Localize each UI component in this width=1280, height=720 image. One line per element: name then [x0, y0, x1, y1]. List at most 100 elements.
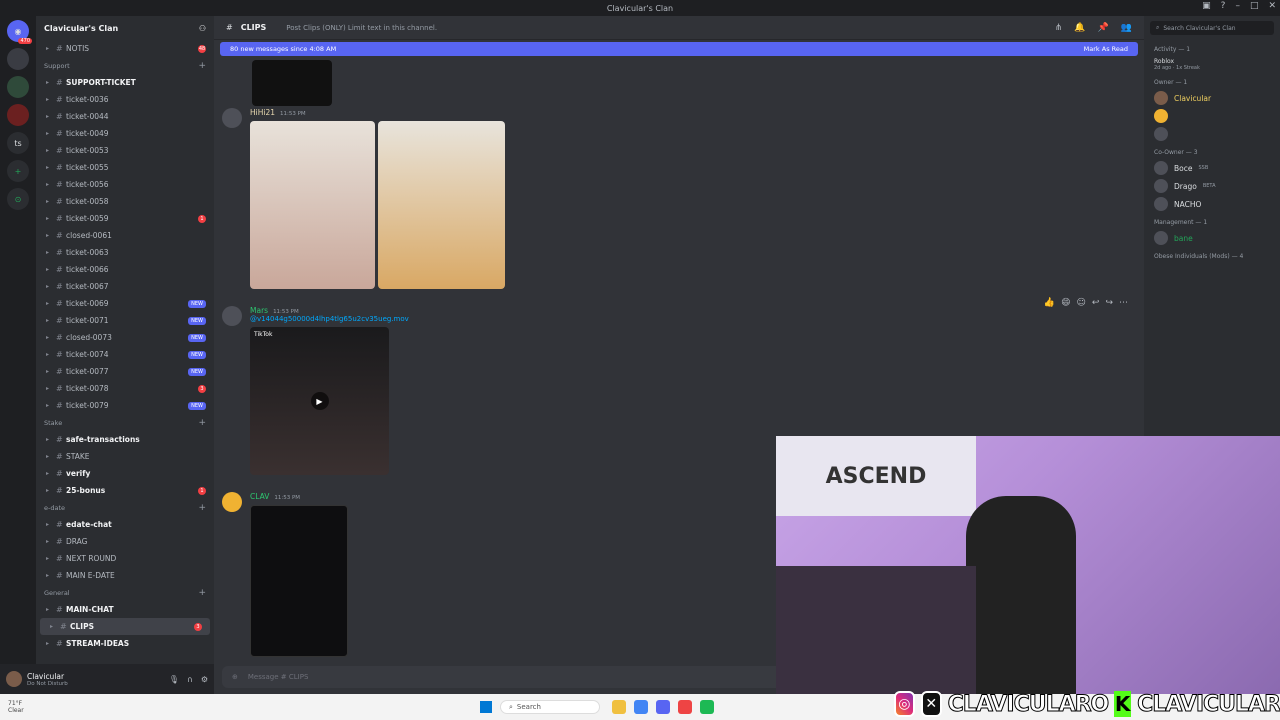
member-item[interactable]: Drago BETA	[1144, 177, 1280, 195]
doge-image[interactable]	[378, 121, 505, 289]
reaction-icon[interactable]: 😄	[1061, 298, 1070, 308]
channel-category[interactable]: Stake +	[36, 414, 214, 431]
channel-item[interactable]: ▸ # verify	[36, 465, 214, 482]
channel-item[interactable]: ▸ # closed-0073 NEW	[36, 329, 214, 346]
threads-icon[interactable]: ⋔	[1055, 23, 1063, 33]
message-author[interactable]: HiHi21	[250, 108, 275, 117]
inbox-icon[interactable]: ▣	[1202, 1, 1211, 11]
more-icon[interactable]: ⋯	[1119, 298, 1128, 308]
embedded-image[interactable]	[252, 60, 332, 106]
server-icon[interactable]	[7, 48, 29, 70]
channel-item[interactable]: ▸ # ticket-0053	[36, 142, 214, 159]
channel-item[interactable]: ▸ #25-bonus 1	[36, 482, 214, 499]
message-author[interactable]: Mars	[250, 306, 268, 315]
avatar[interactable]	[222, 108, 242, 128]
add-reaction-icon[interactable]: ☺	[1077, 298, 1086, 308]
channel-item[interactable]: ▸ # ticket-0074 NEW	[36, 346, 214, 363]
channel-item[interactable]: ▸ # ticket-0049	[36, 125, 214, 142]
channel-item[interactable]: ▸ # ticket-0036	[36, 91, 214, 108]
channel-item[interactable]: ▸ # ticket-0067	[36, 278, 214, 295]
member-item[interactable]: Boce SSB	[1144, 159, 1280, 177]
server-icon[interactable]	[7, 104, 29, 126]
channel-item[interactable]: ▸ # edate-chat	[36, 516, 214, 533]
channel-item[interactable]: ▸ # CLIPS 3	[40, 618, 210, 635]
channel-category[interactable]: Support +	[36, 57, 214, 74]
channel-item[interactable]: ▸ # ticket-0063	[36, 244, 214, 261]
channel-item[interactable]: ▸ # ticket-0069 NEW	[36, 295, 214, 312]
mic-icon[interactable]: 🎙	[169, 675, 179, 684]
add-channel-icon[interactable]: +	[198, 61, 206, 71]
headphones-icon[interactable]: ∩	[187, 675, 193, 684]
discover-icon[interactable]: ⊙	[7, 188, 29, 210]
video-embed[interactable]: TikTok ▶	[250, 327, 389, 475]
avatar[interactable]	[222, 492, 242, 512]
pin-icon[interactable]: 📌	[1098, 23, 1109, 33]
member-item[interactable]: bane	[1144, 229, 1280, 247]
maximize-icon[interactable]: □	[1250, 1, 1259, 11]
portrait-image[interactable]	[250, 121, 375, 289]
channel-item[interactable]: ▸ # ticket-0058	[36, 193, 214, 210]
channel-item[interactable]: ▸ # ticket-0066	[36, 261, 214, 278]
channel-item[interactable]: ▸ # MAIN-CHAT	[36, 601, 214, 618]
guild-header[interactable]: Clavicular's Clan ⚇	[36, 16, 214, 40]
channel-item[interactable]: ▸ # ticket-0044	[36, 108, 214, 125]
server-icon[interactable]	[7, 76, 29, 98]
channel-item[interactable]: ▸ # ticket-0071 NEW	[36, 312, 214, 329]
channel-item[interactable]: ▸ # ticket-0077 NEW	[36, 363, 214, 380]
discord-icon[interactable]	[656, 700, 670, 714]
search-input[interactable]: ⌕ Search Clavicular's Clan	[1150, 21, 1274, 35]
channel-item[interactable]: ▸ # NOTIS 48	[36, 40, 214, 57]
message-author[interactable]: CLAV	[250, 492, 269, 501]
channel-item[interactable]: ▸ # ticket-0078 3	[36, 380, 214, 397]
plus-icon[interactable]: ⊕	[232, 673, 238, 681]
reaction-icon[interactable]: 👍	[1044, 298, 1055, 308]
windows-start-icon[interactable]	[480, 701, 492, 713]
channel-item[interactable]: ▸ # SUPPORT-TICKET	[36, 74, 214, 91]
spotify-icon[interactable]	[700, 700, 714, 714]
play-icon[interactable]: ▶	[310, 392, 329, 410]
screenshot-image[interactable]	[250, 505, 348, 657]
add-channel-icon[interactable]: +	[198, 503, 206, 513]
reply-icon[interactable]: ↩	[1092, 298, 1100, 308]
app-icon[interactable]	[678, 700, 692, 714]
close-icon[interactable]: ✕	[1268, 1, 1276, 11]
weather-widget[interactable]: 71°F Clear	[0, 700, 24, 714]
channel-item[interactable]: ▸ # MAIN E-DATE	[36, 567, 214, 584]
mark-as-read-button[interactable]: Mark As Read	[1084, 45, 1128, 53]
channel-item[interactable]: ▸ # NEXT ROUND	[36, 550, 214, 567]
member-item[interactable]	[1144, 107, 1280, 125]
member-item[interactable]: Clavicular	[1144, 89, 1280, 107]
avatar[interactable]	[222, 306, 242, 326]
channel-category[interactable]: e-date +	[36, 499, 214, 516]
add-channel-icon[interactable]: +	[198, 418, 206, 428]
minimize-icon[interactable]: –	[1235, 1, 1240, 11]
home-icon[interactable]: ◉ 470	[7, 20, 32, 44]
add-member-icon[interactable]: ⚇	[199, 24, 206, 33]
help-icon[interactable]: ?	[1221, 1, 1226, 11]
settings-gear-icon[interactable]: ⚙	[201, 675, 208, 684]
forward-icon[interactable]: ↪	[1105, 298, 1113, 308]
channel-item[interactable]: ▸ # closed-0061	[36, 227, 214, 244]
channel-item[interactable]: ▸ # STAKE	[36, 448, 214, 465]
avatar[interactable]	[6, 671, 22, 687]
channel-category[interactable]: General +	[36, 584, 214, 601]
file-explorer-icon[interactable]	[612, 700, 626, 714]
channel-item[interactable]: ▸ # ticket-0055	[36, 159, 214, 176]
channel-item[interactable]: ▸ # ticket-0079 NEW	[36, 397, 214, 414]
bell-icon[interactable]: 🔔	[1074, 23, 1085, 33]
message-input[interactable]: Message # CLIPS	[248, 673, 309, 681]
channel-item[interactable]: ▸ # DRAG	[36, 533, 214, 550]
new-messages-bar[interactable]: 80 new messages since 4:08 AM Mark As Re…	[220, 42, 1138, 56]
server-ts[interactable]: ts	[7, 132, 29, 154]
activity-card[interactable]: Roblox 2d ago · 1x Streak	[1144, 56, 1280, 73]
taskbar-search[interactable]: ⌕ Search	[500, 700, 600, 714]
channel-item[interactable]: ▸ # safe-transactions	[36, 431, 214, 448]
channel-item[interactable]: ▸ # ticket-0059 1	[36, 210, 214, 227]
channel-item[interactable]: ▸ # STREAM-IDEAS	[36, 635, 214, 652]
add-server-icon[interactable]: +	[7, 160, 29, 182]
chrome-icon[interactable]	[634, 700, 648, 714]
member-item[interactable]	[1144, 125, 1280, 143]
members-icon[interactable]: 👥	[1121, 23, 1132, 33]
member-item[interactable]: NACHO	[1144, 195, 1280, 213]
channel-item[interactable]: ▸ # ticket-0056	[36, 176, 214, 193]
